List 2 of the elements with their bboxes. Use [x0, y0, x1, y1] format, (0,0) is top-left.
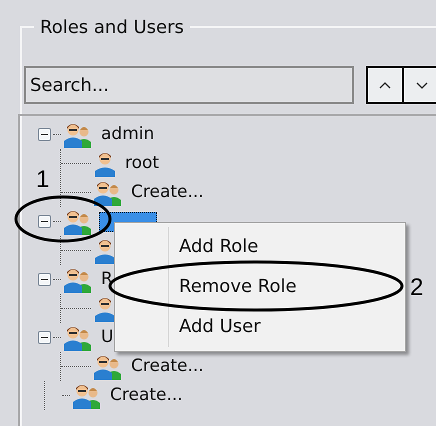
callout-number: 2 [410, 276, 424, 300]
callout-number: 1 [36, 168, 50, 192]
